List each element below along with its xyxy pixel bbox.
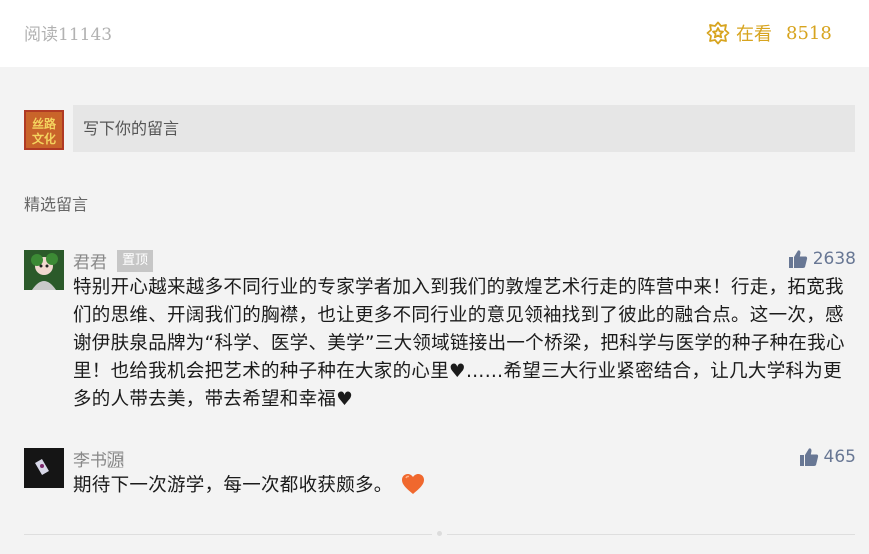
user-avatar[interactable] [24, 448, 64, 488]
more-indicator [437, 531, 442, 536]
like-button[interactable]: 465 [799, 447, 856, 467]
svg-text:文化: 文化 [32, 131, 56, 146]
comment-text-row: 期待下一次游学，每一次都收获颇多。 [73, 472, 858, 500]
comment-input[interactable] [73, 105, 855, 152]
featured-comments-title: 精选留言 [24, 195, 89, 214]
comment-text: 期待下一次游学，每一次都收获颇多。 [73, 475, 393, 496]
heart-emoji-icon [401, 474, 424, 494]
wow-button[interactable]: 在看 8518 [706, 19, 832, 47]
divider [24, 534, 432, 535]
like-count: 2638 [812, 249, 856, 269]
user-avatar[interactable] [24, 250, 64, 290]
comment-text: 特别开心越来越多不同行业的专家学者加入到我们的敦煌艺术行走的阵营中来！行走，拓宽… [73, 277, 845, 410]
wow-star-icon [706, 21, 730, 45]
svg-text:丝路: 丝路 [32, 116, 57, 131]
comment-author[interactable]: 君君 [73, 248, 107, 273]
like-button[interactable]: 2638 [788, 249, 856, 269]
divider [447, 534, 855, 535]
like-count: 465 [823, 447, 856, 467]
thumbs-up-icon [788, 250, 807, 268]
read-count: 阅读11143 [24, 25, 113, 45]
comment-author[interactable]: 李书源⃞ [73, 446, 124, 471]
article-stats-bar: 阅读11143 在看 8518 [0, 0, 869, 67]
wow-label: 在看 [736, 24, 772, 45]
wow-count: 8518 [786, 22, 832, 44]
pinned-badge: 置顶 [117, 250, 154, 272]
thumbs-up-icon [799, 448, 818, 466]
my-avatar: 丝路 文化 [24, 110, 64, 150]
